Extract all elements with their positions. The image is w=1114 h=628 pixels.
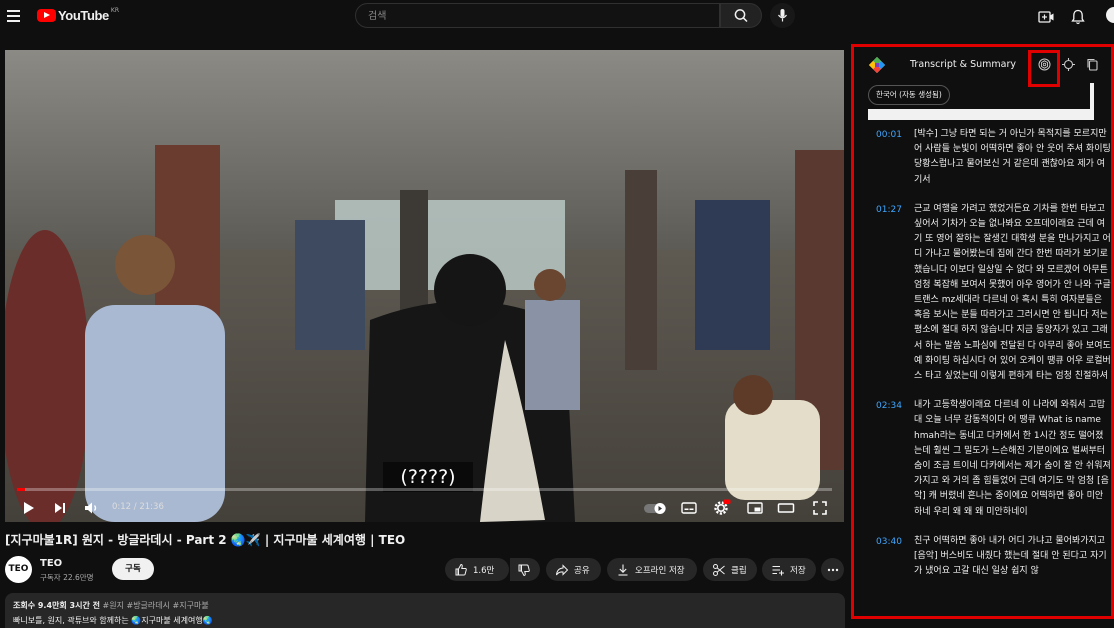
offline-save-label: 오프라인 저장 bbox=[635, 565, 685, 576]
play-button[interactable] bbox=[19, 498, 39, 518]
fullscreen-button[interactable] bbox=[810, 498, 830, 518]
video-player[interactable]: (????) 0:12 / 21:36 bbox=[5, 50, 844, 522]
transcript-entry[interactable]: 03:40 친구 어떡하면 좋아 내가 어디 가냐고 물어봐가지고 [음악] 버스… bbox=[864, 534, 1111, 580]
create-button[interactable] bbox=[1036, 7, 1056, 27]
scissors-icon bbox=[713, 563, 725, 576]
description-text: 빠니보틀, 원지, 곽튜브와 함께하는 🌏지구마불 세계여행🌏 bbox=[13, 616, 213, 625]
transcript-timestamp[interactable]: 00:01 bbox=[876, 130, 902, 140]
save-label: 저장 bbox=[790, 565, 806, 576]
logo-text: YouTube bbox=[58, 8, 109, 23]
share-icon bbox=[556, 563, 569, 576]
clip-button[interactable]: 클립 bbox=[703, 558, 757, 581]
crosshair-icon bbox=[1062, 58, 1075, 71]
like-button[interactable]: 1.6만 bbox=[445, 558, 509, 581]
search-button[interactable] bbox=[720, 3, 762, 28]
volume-icon bbox=[85, 502, 97, 514]
summary-button-highlight bbox=[1028, 50, 1060, 87]
account-avatar[interactable] bbox=[1106, 7, 1114, 23]
next-icon bbox=[55, 503, 65, 513]
microphone-icon bbox=[778, 9, 787, 22]
save-to-playlist-button[interactable]: 저장 bbox=[762, 558, 816, 581]
play-icon bbox=[24, 502, 34, 514]
channel-name[interactable]: TEO bbox=[40, 558, 62, 569]
autoplay-toggle[interactable] bbox=[643, 498, 669, 518]
transcript-text: 내가 고등학생이래요 다르네 이 나라에 와줘서 고맙대 오늘 너무 감동적이다… bbox=[914, 400, 1111, 517]
progress-fill bbox=[17, 488, 25, 491]
video-frame bbox=[5, 50, 844, 522]
miniplayer-icon bbox=[747, 502, 763, 514]
subscriber-count: 구독자 22.6만명 bbox=[40, 573, 94, 582]
voice-search-button[interactable] bbox=[770, 3, 795, 28]
search-icon bbox=[734, 9, 748, 23]
volume-button[interactable] bbox=[82, 498, 102, 518]
offline-save-button[interactable]: 오프라인 저장 bbox=[607, 558, 697, 581]
video-title: [지구마불1R] 원지 - 방글라데시 - Part 2 🌏✈️ | 지구마불 … bbox=[5, 533, 406, 547]
clip-label: 클립 bbox=[731, 565, 747, 576]
gear-icon bbox=[714, 499, 731, 515]
panel-header: Transcript & Summary bbox=[854, 47, 1111, 87]
youtube-logo[interactable]: YouTube KR bbox=[37, 7, 119, 23]
more-actions-button[interactable] bbox=[821, 558, 844, 581]
playlist-add-icon bbox=[772, 565, 784, 575]
transcript-text: 근교 여행을 가려고 했었거든요 기차를 한번 타보고 싶어서 기차가 오늘 없… bbox=[914, 203, 1111, 382]
panel-divider-bar bbox=[868, 109, 1092, 120]
create-video-icon bbox=[1038, 11, 1054, 23]
theater-mode-button[interactable] bbox=[776, 498, 796, 518]
progress-bar[interactable] bbox=[17, 488, 832, 491]
subtitles-button[interactable] bbox=[679, 498, 699, 518]
transcript-list: 00:01 [박수] 그냥 타면 되는 거 아닌가 목적지를 모르지만 어 사람들… bbox=[864, 127, 1111, 593]
more-horizontal-icon bbox=[827, 568, 838, 571]
transcript-entry[interactable]: 01:27 근교 여행을 가려고 했었거든요 기차를 한번 타보고 싶어서 기차가… bbox=[864, 202, 1111, 384]
youtube-play-icon bbox=[37, 9, 56, 22]
bell-icon bbox=[1071, 9, 1085, 25]
extension-logo-icon bbox=[869, 57, 885, 73]
menu-icon[interactable] bbox=[7, 10, 20, 22]
transcript-timestamp[interactable]: 01:27 bbox=[876, 205, 902, 215]
copy-transcript-button[interactable] bbox=[1085, 57, 1100, 72]
autoplay-toggle-icon bbox=[644, 503, 666, 514]
copy-icon bbox=[1087, 58, 1098, 71]
subtitles-icon bbox=[681, 502, 697, 514]
settings-button[interactable] bbox=[711, 498, 731, 518]
miniplayer-button[interactable] bbox=[745, 498, 765, 518]
jump-to-current-button[interactable] bbox=[1061, 57, 1076, 72]
transcript-timestamp[interactable]: 03:40 bbox=[876, 537, 902, 547]
channel-avatar[interactable]: TEO bbox=[5, 556, 32, 583]
panel-title: Transcript & Summary bbox=[910, 59, 1016, 70]
search-input[interactable] bbox=[356, 5, 719, 28]
thumbs-up-icon bbox=[455, 563, 467, 575]
share-button[interactable]: 공유 bbox=[546, 558, 601, 581]
download-icon bbox=[618, 564, 628, 576]
top-bar: YouTube KR bbox=[0, 0, 1114, 34]
language-selector[interactable]: 한국어 (자동 생성됨) bbox=[868, 85, 950, 105]
thumbs-down-icon bbox=[518, 564, 530, 576]
logo-region: KR bbox=[110, 7, 119, 14]
transcript-entry[interactable]: 02:34 내가 고등학생이래요 다르네 이 나라에 와줘서 고맙대 오늘 너무 … bbox=[864, 398, 1111, 520]
dislike-button[interactable] bbox=[510, 558, 540, 581]
description-box[interactable]: 조회수 9.4만회 3시간 전 #원지 #방글라데시 #지구마불 빠니보틀, 원… bbox=[5, 593, 845, 628]
transcript-entry[interactable]: 00:01 [박수] 그냥 타면 되는 거 아닌가 목적지를 모르지만 어 사람들… bbox=[864, 127, 1111, 188]
transcript-text: 친구 어떡하면 좋아 내가 어디 가냐고 물어봐가지고 [음악] 버스비도 내줬… bbox=[914, 535, 1107, 577]
like-count: 1.6만 bbox=[473, 565, 495, 576]
subscribe-button[interactable]: 구독 bbox=[112, 558, 154, 580]
search-box bbox=[355, 3, 720, 28]
transcript-panel: Transcript & Summary 한국어 (자동 생성됨) 00:01 [… bbox=[854, 47, 1111, 616]
share-label: 공유 bbox=[574, 565, 590, 576]
transcript-timestamp[interactable]: 02:34 bbox=[876, 401, 902, 411]
fullscreen-icon bbox=[813, 501, 827, 515]
player-controls: 0:12 / 21:36 bbox=[5, 494, 844, 522]
hashtags[interactable]: #원지 #방글라데시 #지구마불 bbox=[103, 601, 209, 610]
time-display: 0:12 / 21:36 bbox=[112, 502, 164, 512]
view-stats: 조회수 9.4만회 3시간 전 bbox=[13, 601, 100, 610]
next-button[interactable] bbox=[50, 498, 70, 518]
channel-row: TEO TEO 구독자 22.6만명 구독 1.6만 공유 오프라인 저장 클립… bbox=[5, 556, 845, 586]
theater-icon bbox=[777, 503, 795, 513]
transcript-text: [박수] 그냥 타면 되는 거 아닌가 목적지를 모르지만 어 사람들 눈빛이 … bbox=[914, 129, 1111, 185]
notifications-button[interactable] bbox=[1068, 7, 1088, 27]
